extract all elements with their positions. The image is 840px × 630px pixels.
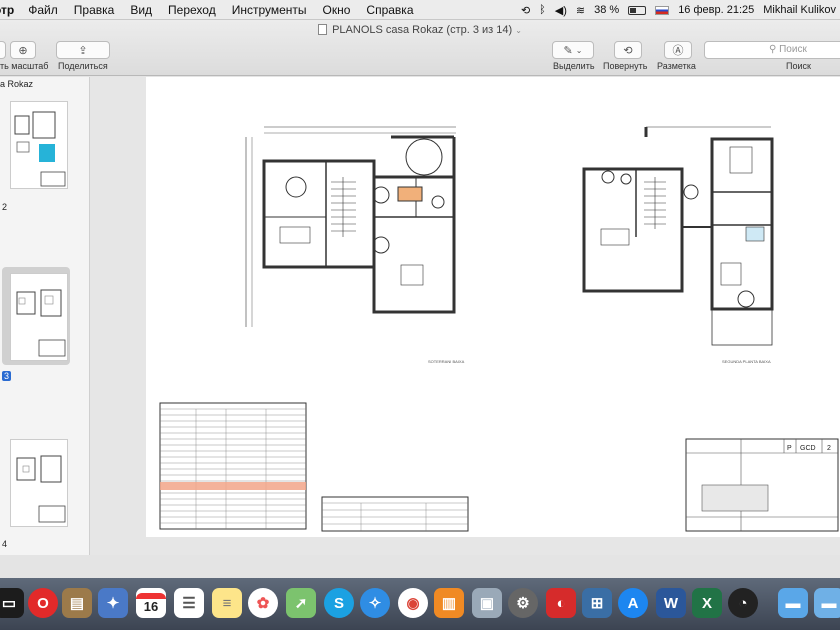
wifi-icon[interactable]: ≋ [576,4,585,17]
zoom-out-button[interactable] [0,41,6,59]
chevron-down-icon[interactable]: ⌄ [515,26,522,35]
menu-edit[interactable]: Правка [74,3,115,17]
input-source-flag-icon[interactable] [655,5,670,15]
opera-icon[interactable]: O [28,588,58,618]
windows-vm-icon[interactable]: ⊞ [582,588,612,618]
highlight-button[interactable]: ✎ ⌄ [552,41,594,59]
app-menu[interactable]: отр [0,3,14,17]
toolbar: PLANOLS casa Rokaz (стр. 3 из 14) ⌄ ⊕ ть… [0,20,840,76]
markup-button[interactable]: Ⓐ [664,41,692,59]
title-block [685,438,839,532]
downloads-folder-icon[interactable]: ▬ [814,588,840,618]
chevron-down-icon: ⌄ [575,45,583,55]
zoom-label: ть масштаб [0,61,49,71]
surfaces-table [159,402,307,530]
thumbnail-drawing [14,111,66,187]
menu-bar: отр Файл Правка Вид Переход Инструменты … [0,0,840,20]
menu-help[interactable]: Справка [366,3,413,17]
excel-icon[interactable]: X [692,588,722,618]
left-plan-caption: SOTERRANI BAIXA [428,359,465,364]
zoom-in-button[interactable]: ⊕ [10,41,36,59]
zoom-in-icon: ⊕ [18,44,28,57]
share-label: Поделиться [58,61,108,71]
markup-label: Разметка [657,61,696,71]
battery-percent[interactable]: 38 % [594,4,619,16]
user-name[interactable]: Mikhail Kulikov [763,4,836,16]
highlight-label: Выделить [553,61,595,71]
rotate-button[interactable]: ⟲ [614,41,642,59]
reminders-icon[interactable]: ☰ [174,588,204,618]
thumbnail-drawing [16,455,66,523]
calendar-icon[interactable]: 16 [136,588,166,618]
acrobat-icon[interactable]: ◐ [546,588,576,618]
share-button[interactable]: ⇪ [56,41,110,59]
app-store-icon[interactable]: A [618,588,648,618]
clock[interactable]: 16 февр. 21:25 [678,4,754,16]
right-plan-caption: SEGUNDA PLANTA BAIXA [722,359,771,364]
search-input[interactable]: ⚲ Поиск [704,41,840,59]
search-icon: ⚲ [769,44,777,55]
menu-window[interactable]: Окно [323,3,351,17]
title-block-code-p: P [787,445,792,452]
chrome-icon[interactable]: ◉ [398,588,428,618]
volume-icon[interactable]: ◀) [555,4,567,17]
right-floor-plan [582,126,774,346]
notes-icon[interactable]: ≡ [212,588,242,618]
bluetooth-icon[interactable]: ᛒ [539,4,546,16]
battery-icon[interactable] [628,5,647,15]
rotate-label: Повернуть [603,61,648,71]
folder-icon[interactable]: ▬ [778,588,808,618]
markup-icon: Ⓐ [672,45,684,57]
system-preferences-icon[interactable]: ⚙ [508,588,538,618]
floor-plan-drawing: SOTERRANI BAIXA SEGUNDA PLANTA BAIXA P G… [159,126,839,532]
page-thumbnail-4[interactable] [10,439,68,527]
maps-icon[interactable]: ➚ [286,588,316,618]
word-icon[interactable]: W [656,588,686,618]
preview-icon[interactable]: ✦ [98,588,128,618]
pdf-page: SOTERRANI BAIXA SEGUNDA PLANTA BAIXA P G… [146,77,840,537]
thumbnail-drawing [16,289,66,357]
safari-icon[interactable]: ✧ [360,588,390,618]
page-number-2: 2 [2,202,8,212]
title-block-code-gcd: GCD [800,445,816,452]
page-number-3: 3 [2,371,12,381]
speedometer-app-icon[interactable]: ◔ [728,588,758,618]
menu-view[interactable]: Вид [130,3,152,17]
thumbnail-sidebar: a Rokaz 2 3 4 [0,77,90,555]
menu-tools[interactable]: Инструменты [232,3,307,17]
pen-icon: ✎ [563,44,573,57]
ibooks-icon[interactable]: ▥ [434,588,464,618]
skype-icon[interactable]: S [324,588,354,618]
page-thumbnail-2[interactable] [10,101,68,189]
page-number-4: 4 [2,539,8,549]
share-icon: ⇪ [78,44,88,57]
terminal-icon[interactable]: ▭ [0,588,24,618]
time-machine-icon[interactable]: ⟲ [521,4,530,17]
sidebar-document-title: a Rokaz [0,79,34,89]
notes-book-icon[interactable]: ▤ [62,588,92,618]
photos-icon[interactable]: ✿ [248,588,278,618]
document-view[interactable]: SOTERRANI BAIXA SEGUNDA PLANTA BAIXA P G… [90,77,840,555]
left-floor-plan [245,126,456,327]
dock: ▭ O ▤ ✦ 16 ☰ ≡ ✿ ➚ S ✧ ◉ ▥ ▣ ⚙ ◐ ⊞ A W X… [0,578,840,630]
menu-go[interactable]: Переход [168,3,216,17]
search-label: Поиск [786,61,811,71]
document-title[interactable]: PLANOLS casa Rokaz (стр. 3 из 14) ⌄ [0,24,840,36]
page-thumbnail-3[interactable] [10,273,68,361]
rotate-icon: ⟲ [623,44,633,57]
pdf-document-icon [318,24,328,35]
title-block-code-num: 2 [827,445,831,452]
image-capture-icon[interactable]: ▣ [472,588,502,618]
menu-file[interactable]: Файл [28,3,58,17]
summary-table [321,496,469,532]
